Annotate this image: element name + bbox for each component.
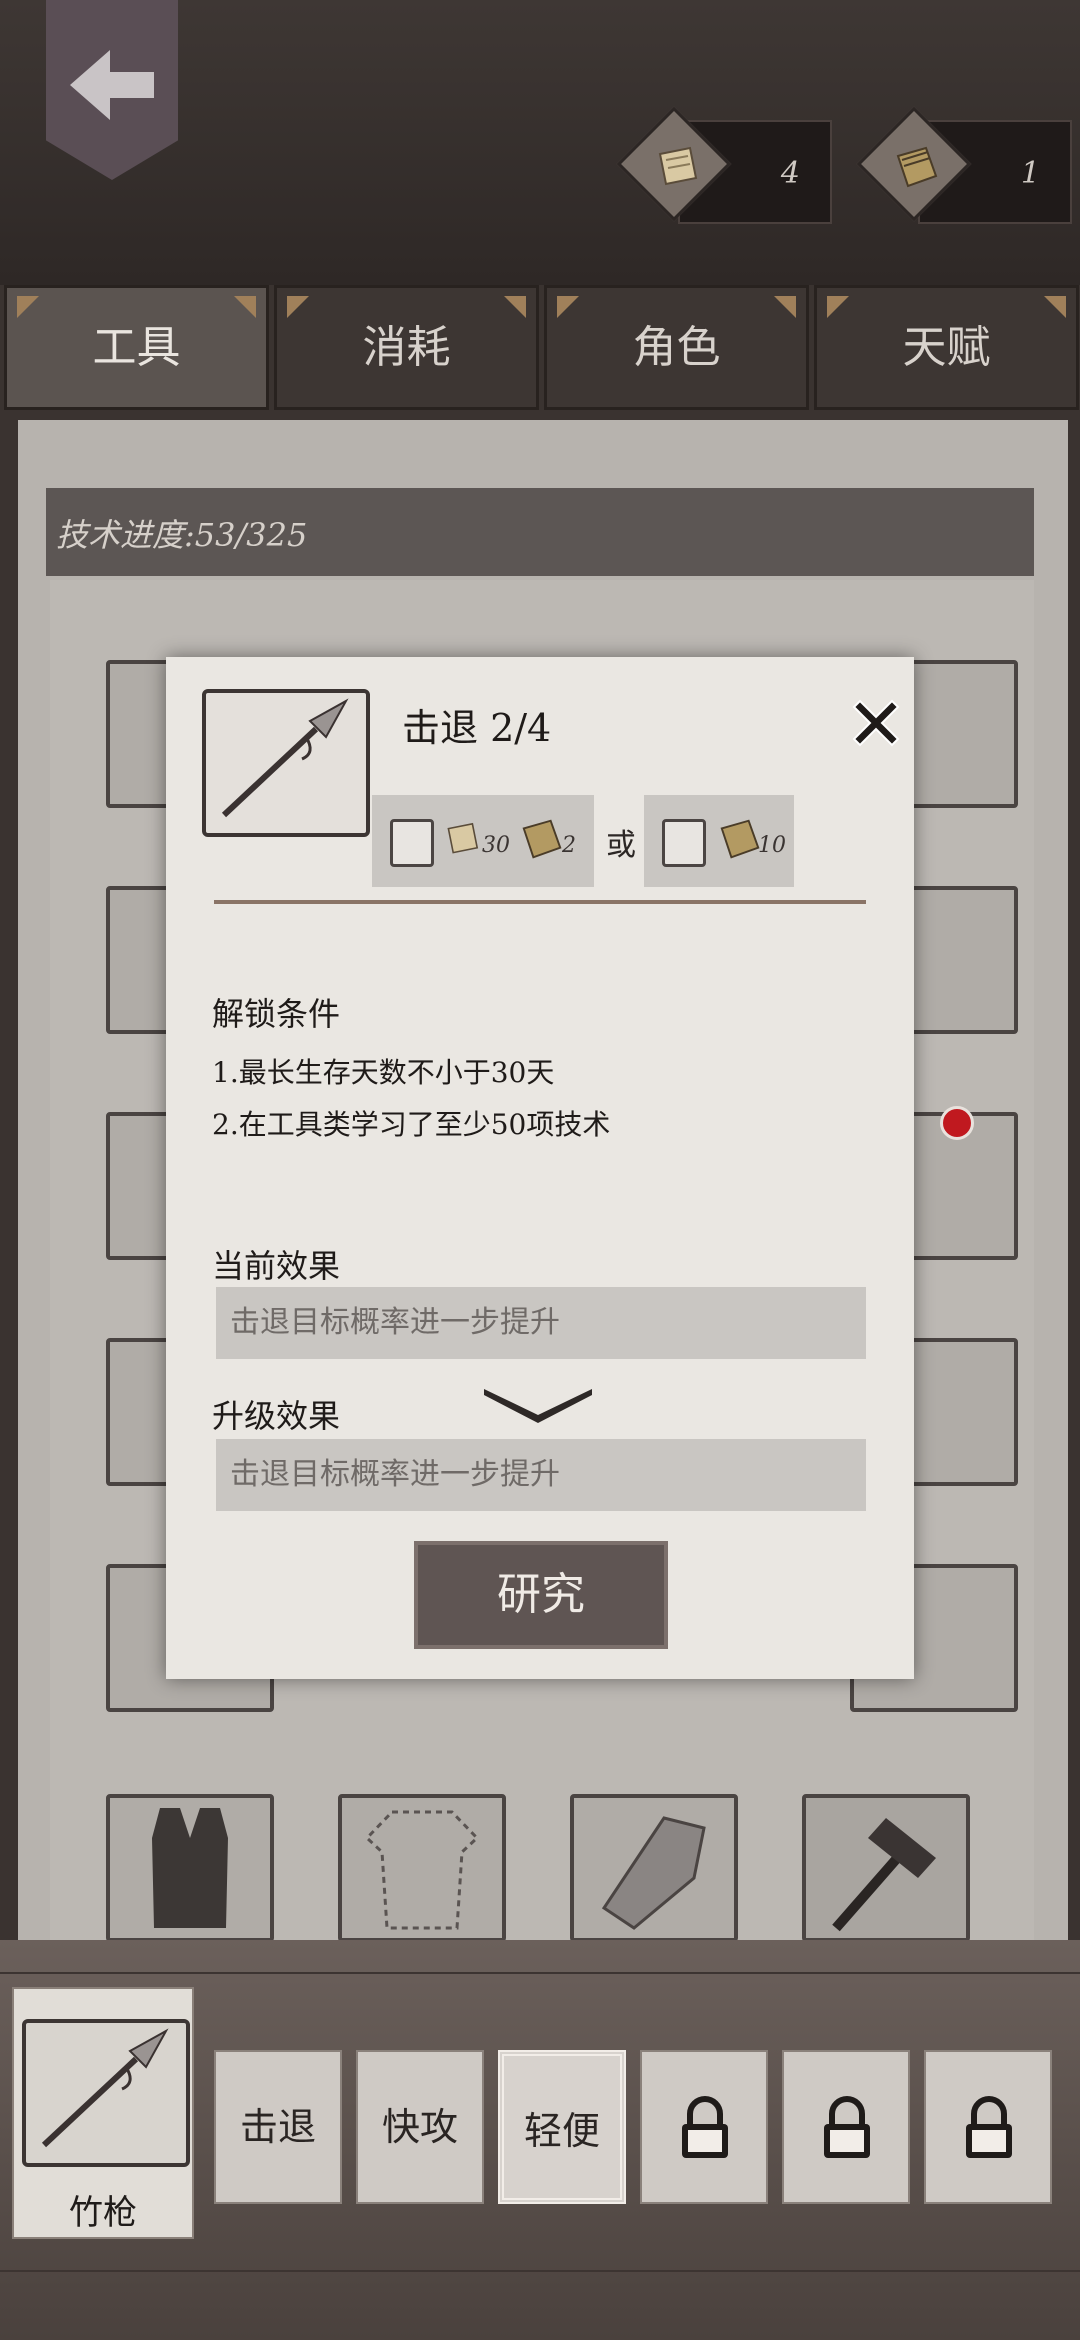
tab-corner	[774, 296, 796, 318]
upgrade-effect-heading: 升级效果	[212, 1397, 341, 1435]
book-icon	[522, 819, 562, 859]
cost-option-2[interactable]: 10	[644, 795, 794, 887]
tab-label: 消耗	[362, 322, 451, 373]
spear-icon	[221, 698, 349, 818]
cost-scroll-count: 30	[482, 833, 510, 858]
skill-locked[interactable]	[924, 2050, 1052, 2204]
currency-scrolls: 4	[616, 106, 842, 224]
tech-slot-axe[interactable]	[802, 1794, 970, 1942]
tech-progress-bar: 技术进度:53/325	[46, 488, 1034, 576]
wood-line	[0, 1972, 1080, 1974]
current-effect-text: 击退目标概率进一步提升	[216, 1287, 866, 1359]
unlock-heading: 解锁条件	[212, 995, 341, 1033]
book-icon	[896, 146, 938, 188]
wood-line	[0, 2270, 1080, 2272]
tab-talent[interactable]: 天赋	[814, 285, 1079, 410]
unlock-condition: 2.在工具类学习了至少50项技术	[212, 1108, 611, 1141]
currency-books: 1	[856, 106, 1080, 224]
weapon-icon-frame	[22, 2019, 190, 2167]
tab-corner	[1044, 296, 1066, 318]
skill-detail-modal: 击退 2/4 30 2 或 10 解锁条件 1.最长生存天数不小于30天 2.在…	[166, 657, 914, 1679]
tab-corner	[287, 296, 309, 318]
tech-slot-stone[interactable]	[570, 1794, 738, 1942]
cost-book-count: 2	[562, 833, 576, 858]
lock-icon	[682, 2096, 728, 2158]
tab-corner	[504, 296, 526, 318]
scroll-icon	[447, 822, 479, 854]
skill-quick-attack[interactable]: 快攻	[356, 2050, 484, 2204]
spear-icon	[41, 2028, 169, 2148]
upgrade-effect-text: 击退目标概率进一步提升	[216, 1439, 866, 1511]
stone-icon	[601, 1816, 706, 1930]
skill-locked[interactable]	[782, 2050, 910, 2204]
axe-icon	[832, 1818, 936, 1932]
shirt-outline-icon	[364, 1810, 480, 1930]
lock-icon	[824, 2096, 870, 2158]
category-tabs: 工具 消耗 角色 天赋	[0, 285, 1080, 410]
weapon-name: 竹枪	[69, 2193, 137, 2233]
close-button[interactable]	[846, 693, 906, 753]
tab-tools[interactable]: 工具	[4, 285, 269, 410]
tab-corner	[234, 296, 256, 318]
vest-icon	[152, 1808, 228, 1928]
back-arrow-icon	[70, 50, 154, 120]
modal-spear-icon-frame	[202, 689, 370, 837]
tab-consumables[interactable]: 消耗	[274, 285, 539, 410]
currency-count: 4	[780, 156, 800, 191]
scroll-icon	[658, 146, 698, 186]
modal-title: 击退 2/4	[402, 706, 552, 750]
cost-option-2-checkbox[interactable]	[662, 819, 706, 867]
tab-corner	[827, 296, 849, 318]
or-label: 或	[606, 828, 636, 863]
cost-option-1-checkbox[interactable]	[390, 819, 434, 867]
tab-label: 工具	[92, 322, 181, 373]
skill-lightweight[interactable]: 轻便	[498, 2050, 626, 2204]
tab-corner	[557, 296, 579, 318]
divider	[214, 900, 866, 904]
cost-book-count: 10	[758, 833, 786, 858]
cost-option-1[interactable]: 30 2	[372, 795, 594, 887]
unlock-condition: 1.最长生存天数不小于30天	[212, 1056, 555, 1089]
close-icon	[852, 699, 900, 747]
tab-corner	[17, 296, 39, 318]
tab-character[interactable]: 角色	[544, 285, 809, 410]
current-effect-heading: 当前效果	[212, 1247, 341, 1285]
chevron-down-icon	[484, 1389, 592, 1423]
lock-icon	[966, 2096, 1012, 2158]
tab-label: 角色	[632, 322, 721, 373]
tech-slot-vest[interactable]	[106, 1794, 274, 1942]
notification-dot	[940, 1106, 974, 1140]
equipped-weapon-card[interactable]: 竹枪	[12, 1987, 194, 2239]
book-icon	[720, 819, 760, 859]
currency-count: 1	[1020, 156, 1040, 191]
skill-knockback[interactable]: 击退	[214, 2050, 342, 2204]
tech-progress-text: 技术进度:53/325	[56, 516, 308, 554]
tech-slot-shirt-locked[interactable]	[338, 1794, 506, 1942]
research-button[interactable]: 研究	[414, 1541, 668, 1649]
tab-label: 天赋	[902, 322, 991, 373]
skill-locked[interactable]	[640, 2050, 768, 2204]
